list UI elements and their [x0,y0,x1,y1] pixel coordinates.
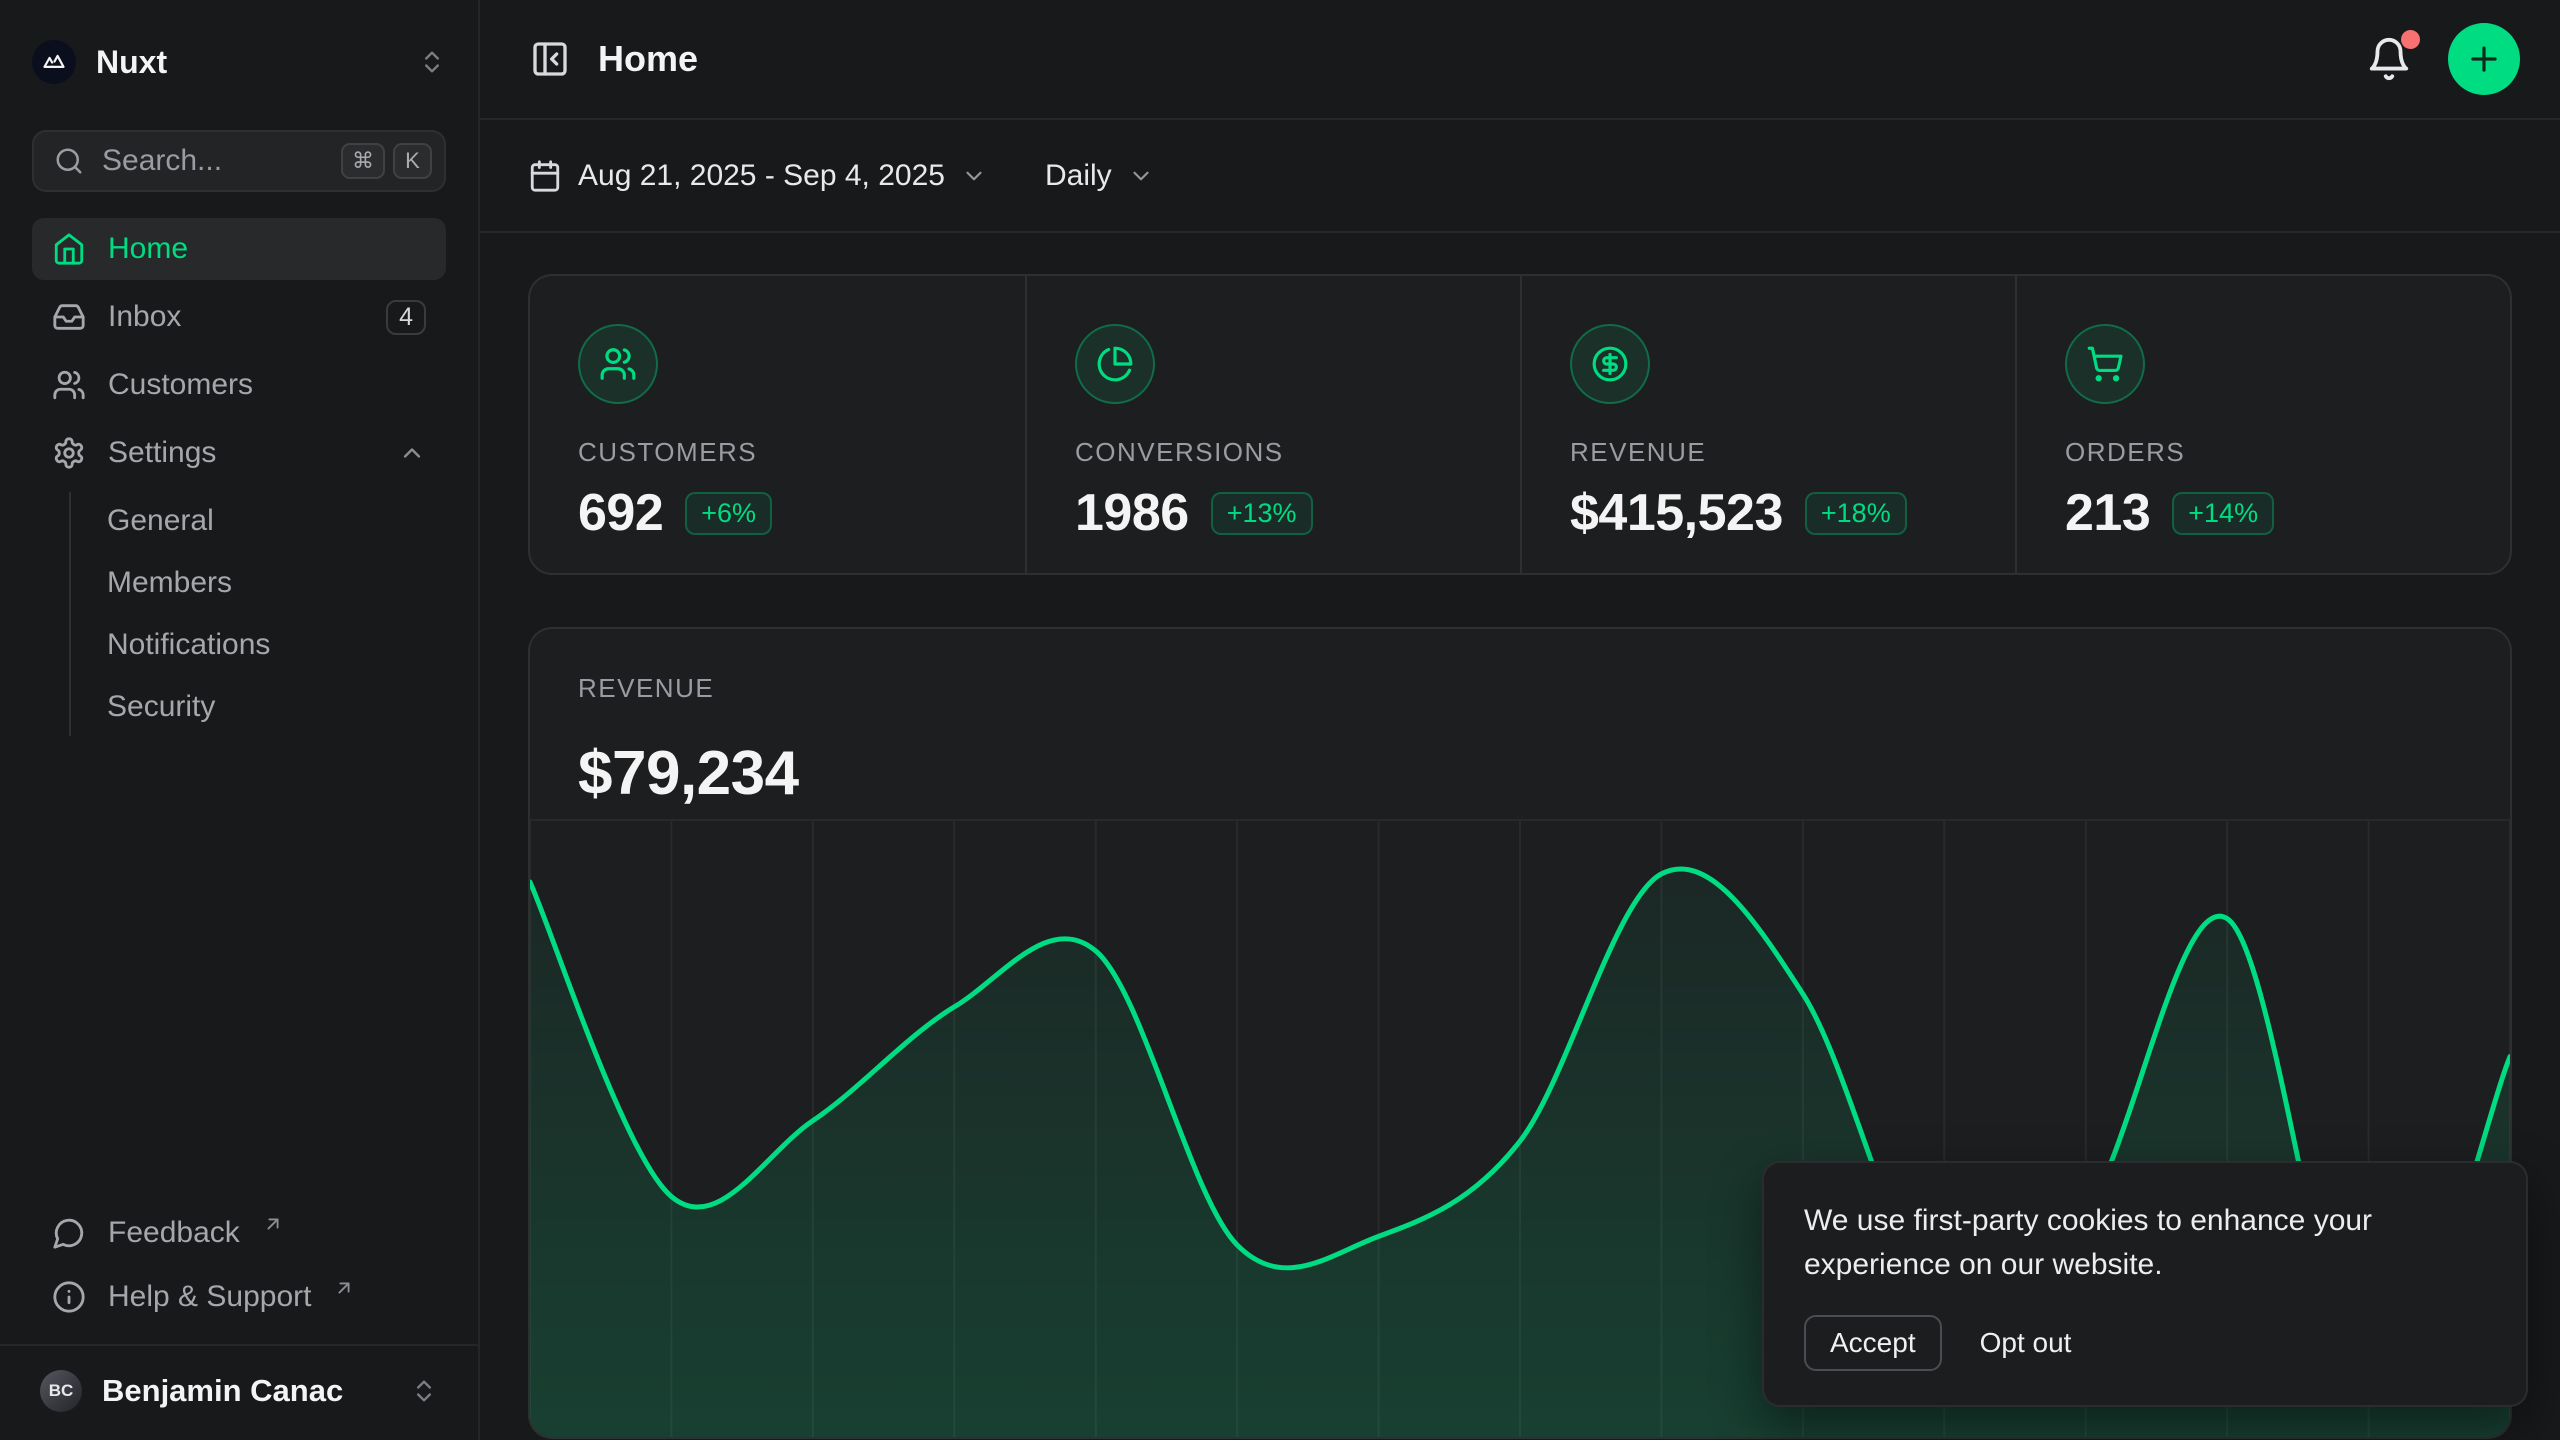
message-circle-icon [52,1216,86,1250]
sidebar-subitem-label: General [107,504,214,538]
inbox-count-badge: 4 [386,300,426,335]
notification-dot [2401,30,2420,49]
sidebar-spacer [32,736,446,1204]
sidebar-footer-nav: Feedback Help & Support [32,1204,446,1326]
sidebar-subitem-label: Notifications [107,628,270,662]
circle-dollar-icon [1570,324,1650,404]
stat-label: ORDERS [2065,437,2470,468]
inbox-icon [52,300,86,334]
sidebar-item-general[interactable]: General [71,492,446,550]
chevrons-up-down-icon [410,1377,438,1405]
date-range-picker[interactable]: Aug 21, 2025 - Sep 4, 2025 [528,159,987,193]
sidebar-item-label: Inbox [108,300,181,334]
home-icon [52,232,86,266]
stat-card-conversions[interactable]: CONVERSIONS 1986 +13% [1025,276,1520,573]
kbd-cmd: ⌘ [341,143,385,179]
add-button[interactable] [2448,23,2520,95]
stat-delta-badge: +18% [1805,492,1907,535]
page-title: Home [598,38,698,80]
search-input[interactable]: Search... ⌘ K [32,130,446,192]
stat-delta-badge: +13% [1211,492,1313,535]
chevron-up-icon [398,439,426,467]
header-actions [2360,23,2520,95]
cookie-message: We use first-party cookies to enhance yo… [1804,1199,2424,1287]
sidebar-item-notifications[interactable]: Notifications [71,616,446,674]
plus-icon [2465,40,2503,78]
sidebar-item-label: Customers [108,368,253,402]
sidebar-item-label: Help & Support [108,1280,311,1314]
settings-subnav: General Members Notifications Security [69,492,446,736]
sidebar-item-feedback[interactable]: Feedback [32,1204,446,1262]
revenue-chart-label: REVENUE [578,673,2462,704]
users-icon [578,324,658,404]
info-icon [52,1280,86,1314]
stat-value: 1986 [1075,483,1189,543]
sidebar-item-settings[interactable]: Settings [32,422,446,484]
kbd-k: K [393,143,432,179]
gear-icon [52,436,86,470]
stats-row: CUSTOMERS 692 +6% CONVERSIONS 1986 +13% [528,274,2512,575]
sidebar-item-security[interactable]: Security [71,678,446,736]
sidebar-item-customers[interactable]: Customers [32,354,446,416]
stat-label: CONVERSIONS [1075,437,1480,468]
users-icon [52,368,86,402]
app-root: Nuxt Search... ⌘ K Home [0,0,2560,1440]
panel-left-close-icon [530,39,570,79]
granularity-value: Daily [1045,159,1112,193]
external-link-icon [333,1277,355,1299]
shopping-cart-icon [2065,324,2145,404]
stat-delta-badge: +14% [2172,492,2274,535]
user-name: Benjamin Canac [102,1373,343,1409]
cookie-banner: We use first-party cookies to enhance yo… [1762,1161,2528,1407]
stat-delta-badge: +6% [685,492,772,535]
date-range-value: Aug 21, 2025 - Sep 4, 2025 [578,159,945,193]
user-menu[interactable]: BC Benjamin Canac [32,1366,446,1416]
sidebar-nav: Home Inbox 4 Customers Settings [32,218,446,736]
stat-card-revenue[interactable]: REVENUE $415,523 +18% [1520,276,2015,573]
header: Home [480,0,2560,120]
search-icon [54,146,84,176]
toolbar: Aug 21, 2025 - Sep 4, 2025 Daily [480,120,2560,233]
notifications-button[interactable] [2360,30,2418,88]
search-placeholder: Search... [102,144,222,178]
avatar: BC [40,1370,82,1412]
stat-value: 692 [578,483,663,543]
stat-label: REVENUE [1570,437,1975,468]
workspace-name: Nuxt [96,44,167,81]
sidebar-item-help-support[interactable]: Help & Support [32,1268,446,1326]
stat-value: 213 [2065,483,2150,543]
accept-button[interactable]: Accept [1804,1315,1942,1371]
sidebar-item-label: Feedback [108,1216,240,1250]
external-link-icon [262,1213,284,1235]
chevron-down-icon [1128,163,1154,189]
sidebar-subitem-label: Members [107,566,232,600]
opt-out-button[interactable]: Opt out [1980,1317,2072,1369]
sidebar-item-label: Settings [108,436,216,470]
chevron-down-icon [961,163,987,189]
revenue-chart-total: $79,234 [578,742,2462,806]
workspace-switcher[interactable]: Nuxt [32,40,446,84]
revenue-chart-header: REVENUE $79,234 [530,629,2510,806]
sidebar-item-members[interactable]: Members [71,554,446,612]
nuxt-logo-icon [32,40,76,84]
stat-label: CUSTOMERS [578,437,985,468]
sidebar-divider [0,1344,478,1346]
stat-card-customers[interactable]: CUSTOMERS 692 +6% [530,276,1025,573]
pie-chart-icon [1075,324,1155,404]
chevrons-up-down-icon [418,48,446,76]
sidebar-item-home[interactable]: Home [32,218,446,280]
stat-card-orders[interactable]: ORDERS 213 +14% [2015,276,2510,573]
search-shortcut: ⌘ K [341,143,432,179]
sidebar-item-inbox[interactable]: Inbox 4 [32,286,446,348]
collapse-sidebar-button[interactable] [524,33,576,85]
sidebar: Nuxt Search... ⌘ K Home [0,0,480,1440]
granularity-select[interactable]: Daily [1045,159,1154,193]
sidebar-item-label: Home [108,232,188,266]
calendar-icon [528,159,562,193]
stat-value: $415,523 [1570,483,1783,543]
cookie-actions: Accept Opt out [1804,1315,2486,1371]
sidebar-subitem-label: Security [107,690,215,724]
